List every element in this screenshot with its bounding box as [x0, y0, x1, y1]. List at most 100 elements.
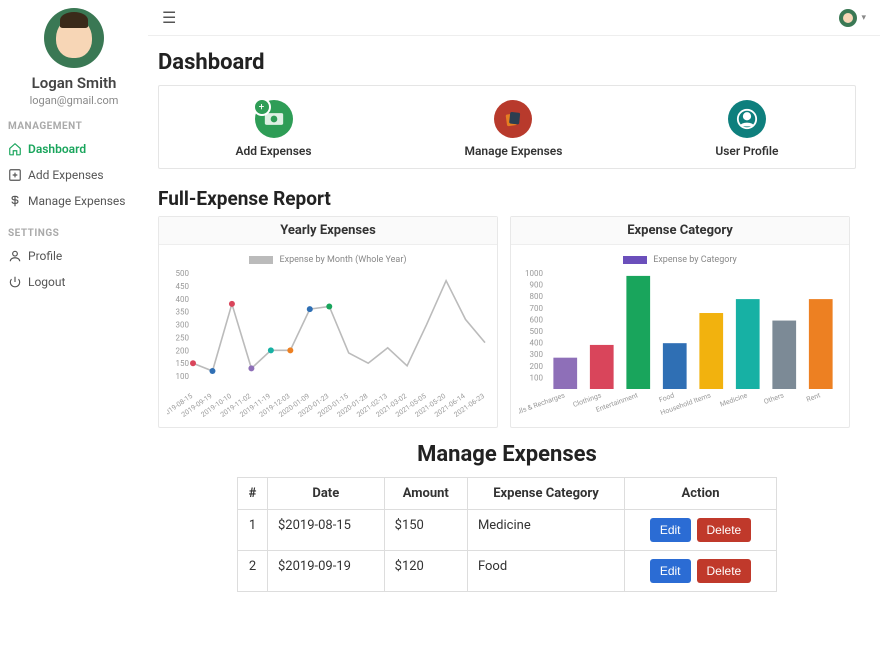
topbar: ☰ ▾ — [148, 0, 880, 36]
svg-text:300: 300 — [176, 321, 190, 330]
sidebar: Logan Smith logan@gmail.com MANAGEMENT D… — [0, 0, 148, 660]
cards-icon — [494, 100, 532, 138]
svg-text:600: 600 — [530, 315, 544, 324]
delete-button[interactable]: Delete — [697, 559, 752, 583]
svg-text:700: 700 — [530, 304, 544, 313]
power-icon — [8, 275, 22, 289]
svg-text:Bills & Recharges: Bills & Recharges — [519, 391, 566, 417]
user-circle-icon — [728, 100, 766, 138]
panel-title: Expense Category — [511, 217, 849, 245]
col-amount: Amount — [384, 478, 467, 510]
tile-label: Manage Expenses — [464, 144, 562, 158]
sidebar-item-label: Profile — [28, 249, 62, 263]
svg-text:500: 500 — [176, 269, 190, 278]
profile-email: logan@gmail.com — [30, 94, 119, 107]
expenses-table: # Date Amount Expense Category Action 1$… — [237, 477, 777, 592]
svg-text:250: 250 — [176, 333, 190, 342]
section-management: MANAGEMENT — [0, 107, 82, 136]
main: ☰ ▾ Dashboard Add Expenses Manage Expens… — [148, 0, 880, 660]
legend-swatch-icon — [249, 256, 273, 264]
sidebar-item-manage-expenses[interactable]: Manage Expenses — [0, 188, 148, 214]
report-title: Full-Expense Report — [158, 187, 856, 210]
edit-button[interactable]: Edit — [650, 518, 691, 542]
cell-category: Medicine — [467, 510, 624, 551]
dollar-icon — [8, 194, 22, 208]
svg-text:Entertainment: Entertainment — [595, 391, 640, 414]
cell-amount: $120 — [384, 551, 467, 592]
plus-square-icon — [8, 168, 22, 182]
cell-num: 2 — [238, 551, 268, 592]
tile-manage-expenses[interactable]: Manage Expenses — [464, 100, 562, 158]
svg-text:Medicine: Medicine — [719, 391, 749, 408]
cell-amount: $150 — [384, 510, 467, 551]
panel-yearly-expenses: Yearly Expenses Expense by Month (Whole … — [158, 216, 498, 428]
panel-title: Yearly Expenses — [159, 217, 497, 245]
svg-text:200: 200 — [530, 362, 544, 371]
chart-legend: Expense by Month (Whole Year) — [167, 255, 489, 265]
cell-date: $2019-09-19 — [268, 551, 385, 592]
svg-text:1000: 1000 — [525, 269, 543, 278]
cell-num: 1 — [238, 510, 268, 551]
sidebar-item-label: Manage Expenses — [28, 194, 126, 208]
cell-action: EditDelete — [625, 551, 777, 592]
legend-swatch-icon — [623, 256, 647, 264]
money-plus-icon — [255, 100, 293, 138]
svg-text:100: 100 — [530, 373, 544, 382]
legend-label: Expense by Month (Whole Year) — [279, 255, 406, 265]
panel-expense-category: Expense Category Expense by Category 100… — [510, 216, 850, 428]
tile-label: Add Expenses — [235, 144, 311, 158]
menu-icon[interactable]: ☰ — [162, 8, 176, 27]
col-action: Action — [625, 478, 777, 510]
cell-category: Food — [467, 551, 624, 592]
svg-text:Rent: Rent — [805, 391, 822, 404]
col-category: Expense Category — [467, 478, 624, 510]
avatar-small-icon — [839, 9, 857, 27]
delete-button[interactable]: Delete — [697, 518, 752, 542]
tile-label: User Profile — [715, 144, 778, 158]
svg-text:400: 400 — [530, 339, 544, 348]
avatar[interactable] — [44, 8, 104, 68]
sidebar-item-dashboard[interactable]: Dashboard — [0, 136, 148, 162]
svg-text:400: 400 — [176, 295, 190, 304]
sidebar-item-add-expenses[interactable]: Add Expenses — [0, 162, 148, 188]
page-title: Dashboard — [158, 50, 856, 75]
sidebar-item-profile[interactable]: Profile — [0, 243, 148, 269]
svg-text:100: 100 — [176, 372, 190, 381]
edit-button[interactable]: Edit — [650, 559, 691, 583]
tile-user-profile[interactable]: User Profile — [715, 100, 778, 158]
home-icon — [8, 142, 22, 156]
table-row: 2$2019-09-19$120FoodEditDelete — [238, 551, 777, 592]
cell-date: $2019-08-15 — [268, 510, 385, 551]
tile-add-expenses[interactable]: Add Expenses — [235, 100, 311, 158]
user-menu[interactable]: ▾ — [839, 9, 866, 27]
legend-label: Expense by Category — [653, 255, 737, 265]
svg-text:800: 800 — [530, 292, 544, 301]
svg-text:200: 200 — [176, 346, 190, 355]
svg-text:450: 450 — [176, 282, 190, 291]
section-settings: SETTINGS — [0, 214, 59, 243]
profile-name: Logan Smith — [32, 74, 117, 92]
sidebar-item-logout[interactable]: Logout — [0, 269, 148, 295]
table-row: 1$2019-08-15$150MedicineEditDelete — [238, 510, 777, 551]
sidebar-item-label: Dashboard — [28, 142, 86, 156]
svg-text:900: 900 — [530, 281, 544, 290]
line-chart: 1001502002503003504004505002019-08-15201… — [167, 269, 491, 419]
svg-text:500: 500 — [530, 327, 544, 336]
manage-expenses-title: Manage Expenses — [158, 442, 856, 467]
svg-text:350: 350 — [176, 308, 190, 317]
svg-text:300: 300 — [530, 350, 544, 359]
col-num: # — [238, 478, 268, 510]
chart-legend: Expense by Category — [519, 255, 841, 265]
bar-chart: 100 200 300 400 500 600 700 800 900 1000 Bills & R… — [519, 269, 843, 419]
quick-tiles: Add Expenses Manage Expenses User Profil… — [158, 85, 856, 169]
col-date: Date — [268, 478, 385, 510]
cell-action: EditDelete — [625, 510, 777, 551]
sidebar-item-label: Add Expenses — [28, 168, 104, 182]
user-icon — [8, 249, 22, 263]
avatar-face — [56, 18, 92, 58]
sidebar-item-label: Logout — [28, 275, 65, 289]
svg-text:Food: Food — [658, 391, 676, 404]
svg-text:150: 150 — [176, 359, 190, 368]
svg-text:Others: Others — [763, 391, 786, 406]
chevron-down-icon: ▾ — [861, 13, 866, 23]
